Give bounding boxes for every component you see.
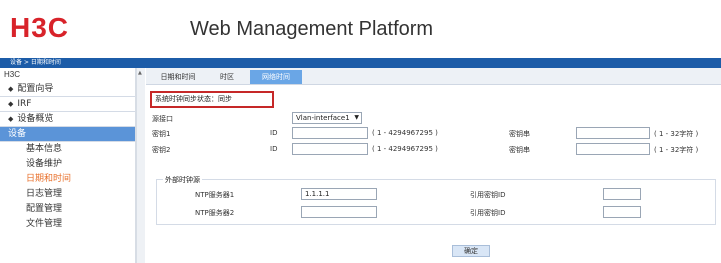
sidebar-item-label: 设备概览	[17, 113, 54, 124]
key2-string-range: ( 1 - 32字符 )	[654, 146, 699, 154]
expand-icon: ◆	[8, 84, 14, 93]
sidebar-item-device[interactable]: 设备	[0, 127, 135, 142]
sidebar-menu: ◆ 配置向导 ◆ IRF ◆ 设备概览 设备 基本信息 设备维护 日期和时间 日…	[0, 82, 135, 232]
breadcrumb[interactable]: 设备 > 日期和时间	[10, 58, 61, 68]
tab-bar: 日期和时间 时区 网络时间	[146, 68, 721, 85]
platform-title: Web Management Platform	[190, 18, 434, 40]
key1-id-input[interactable]	[292, 127, 368, 139]
header: H3C Web Management Platform	[0, 0, 721, 58]
key1-string-label: 密钥串	[509, 130, 530, 138]
main-panel: 日期和时间 时区 网络时间 系统时钟同步状态：同步 源接口 Vlan-inter…	[146, 68, 721, 263]
external-clock-source-group: 外部时钟源 NTP服务器1 1.1.1.1 引用密钥ID NTP服务器2 引用密…	[156, 175, 716, 225]
sidebar-subitem-basic-info[interactable]: 基本信息	[0, 142, 135, 157]
sidebar-item-device-overview[interactable]: ◆ 设备概览	[0, 112, 135, 127]
ntp-server2-ref-key-input[interactable]	[603, 206, 641, 218]
sidebar-item-label: IRF	[17, 98, 32, 109]
key2-id-range: ( 1 - 4294967295 )	[372, 145, 438, 153]
sidebar-root[interactable]: H3C	[4, 70, 20, 79]
top-nav-bar	[0, 58, 721, 68]
tab-date-time[interactable]: 日期和时间	[154, 70, 202, 84]
sidebar-item-label: 设备	[8, 128, 27, 139]
sidebar-subitem-file-management[interactable]: 文件管理	[0, 217, 135, 232]
ntp-server1-label: NTP服务器1	[195, 191, 235, 199]
sidebar-subitem-date-time[interactable]: 日期和时间	[0, 172, 135, 187]
sidebar-subitem-config-management[interactable]: 配置管理	[0, 202, 135, 217]
tab-network-time[interactable]: 网络时间	[250, 70, 302, 84]
sidebar-item-irf[interactable]: ◆ IRF	[0, 97, 135, 112]
sync-status: 系统时钟同步状态：同步	[150, 91, 274, 108]
source-interface-label: 源接口	[152, 115, 173, 123]
sidebar-subitem-log-management[interactable]: 日志管理	[0, 187, 135, 202]
tab-timezone[interactable]: 时区	[212, 70, 242, 84]
ntp-server1-input[interactable]: 1.1.1.1	[301, 188, 377, 200]
key2-string-label: 密钥串	[509, 146, 530, 154]
ntp-server1-ref-key-label: 引用密钥ID	[470, 191, 506, 199]
expand-icon: ◆	[8, 114, 14, 123]
sidebar-item-config-wizard[interactable]: ◆ 配置向导	[0, 82, 135, 97]
source-interface-select[interactable]: Vlan-interface1 ▼	[292, 112, 362, 124]
expand-icon: ◆	[8, 99, 14, 108]
external-clock-source-legend: 外部时钟源	[163, 175, 202, 185]
key2-id-input[interactable]	[292, 143, 368, 155]
key2-id-label: ID	[270, 145, 278, 153]
key1-id-label: ID	[270, 129, 278, 137]
key1-string-input[interactable]	[576, 127, 650, 139]
ntp-server2-ref-key-label: 引用密钥ID	[470, 209, 506, 217]
h3c-logo: H3C	[10, 12, 70, 43]
key1-string-range: ( 1 - 32字符 )	[654, 130, 699, 138]
key1-label: 密钥1	[152, 130, 171, 138]
source-interface-value: Vlan-interface1	[296, 114, 350, 122]
key1-id-range: ( 1 - 4294967295 )	[372, 129, 438, 137]
scroll-up-icon[interactable]: ▲	[138, 70, 142, 76]
ntp-server2-input[interactable]	[301, 206, 377, 218]
ntp-server2-label: NTP服务器2	[195, 209, 235, 217]
confirm-button[interactable]: 确定	[452, 245, 490, 257]
sidebar-scrollbar[interactable]: ▲	[136, 68, 145, 263]
key2-label: 密钥2	[152, 146, 171, 154]
ntp-server1-ref-key-input[interactable]	[603, 188, 641, 200]
dropdown-arrow-icon: ▼	[354, 114, 359, 121]
sidebar: H3C ◆ 配置向导 ◆ IRF ◆ 设备概览 设备 基本信息 设备维护 日期和…	[0, 68, 136, 263]
sidebar-subitem-device-maintenance[interactable]: 设备维护	[0, 157, 135, 172]
key2-string-input[interactable]	[576, 143, 650, 155]
sidebar-item-label: 配置向导	[17, 83, 54, 94]
